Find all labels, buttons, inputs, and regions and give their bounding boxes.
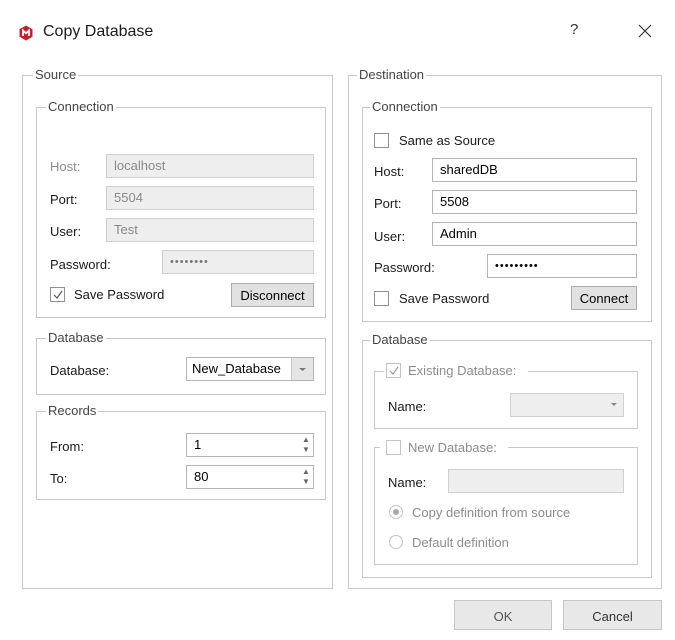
existing-name-select[interactable] [510, 393, 624, 417]
destination-user-input[interactable]: Admin [432, 222, 637, 246]
destination-host-input[interactable]: sharedDB [432, 158, 637, 182]
source-port-input[interactable]: 5504 [106, 186, 314, 210]
connect-button[interactable]: Connect [571, 286, 637, 310]
source-user-label: User: [50, 224, 82, 239]
disconnect-button[interactable]: Disconnect [231, 283, 314, 307]
destination-database-legend: Database [370, 332, 430, 347]
cancel-button[interactable]: Cancel [563, 600, 662, 630]
checkmark-icon [389, 366, 399, 375]
destination-password-input[interactable]: ••••••••• [487, 254, 637, 278]
new-database-label: New Database: [408, 440, 497, 455]
records-from-value: 1 [194, 437, 202, 452]
default-definition-radio[interactable] [389, 535, 403, 549]
spin-down-icon[interactable]: ▼ [301, 477, 311, 487]
same-as-source-label: Same as Source [399, 133, 496, 148]
spin-down-icon[interactable]: ▼ [301, 445, 311, 455]
destination-user-label: User: [374, 229, 406, 244]
source-legend: Source [33, 67, 79, 82]
same-as-source-checkbox[interactable] [374, 133, 389, 148]
spin-up-icon[interactable]: ▲ [301, 435, 311, 445]
records-to-spinbox[interactable]: 80 ▲ ▼ [186, 465, 314, 489]
source-host-input[interactable]: localhost [106, 154, 314, 178]
help-button[interactable]: ? [570, 21, 578, 38]
checkmark-icon [53, 290, 63, 299]
copy-definition-label: Copy definition from source [412, 505, 571, 520]
source-user-input[interactable]: Test [106, 218, 314, 242]
destination-save-password-checkbox[interactable] [374, 291, 389, 306]
existing-database-checkbox[interactable] [386, 363, 401, 378]
window-title: Copy Database [43, 23, 154, 40]
spin-up-icon[interactable]: ▲ [301, 467, 311, 477]
source-connection-legend: Connection [46, 99, 116, 114]
chevron-down-icon [299, 368, 306, 371]
app-logo-icon [19, 25, 33, 41]
new-name-input[interactable] [448, 469, 624, 493]
source-password-label: Password: [50, 257, 111, 272]
source-save-password-label: Save Password [74, 287, 165, 302]
source-database-legend: Database [46, 330, 106, 345]
new-name-label: Name: [388, 475, 427, 490]
radio-selected-dot [393, 509, 399, 515]
source-database-label: Database: [50, 363, 110, 378]
chevron-down-icon [611, 403, 617, 406]
source-host-label: Host: [50, 159, 81, 174]
default-definition-label: Default definition [412, 535, 509, 550]
new-database-checkbox[interactable] [386, 440, 401, 455]
existing-database-label: Existing Database: [408, 363, 517, 378]
source-port-label: Port: [50, 192, 78, 207]
records-to-label: To: [50, 471, 68, 486]
existing-name-label: Name: [388, 399, 427, 414]
destination-save-password-label: Save Password [399, 291, 490, 306]
source-password-input[interactable]: •••••••• [162, 250, 314, 274]
source-database-value: New_Database [192, 361, 281, 376]
source-database-select[interactable]: New_Database [186, 357, 314, 381]
close-icon[interactable] [632, 18, 658, 44]
records-from-label: From: [50, 439, 84, 454]
records-from-spinbox[interactable]: 1 ▲ ▼ [186, 433, 314, 457]
dropdown-arrow[interactable] [291, 358, 313, 380]
title-bar: Copy Database ? [0, 0, 675, 54]
records-legend: Records [46, 403, 99, 418]
destination-password-label: Password: [374, 260, 435, 275]
destination-host-label: Host: [374, 164, 405, 179]
copy-database-dialog: Copy Database ? Source Connection Host: … [0, 0, 675, 640]
destination-port-label: Port: [374, 196, 402, 211]
source-save-password-checkbox[interactable] [50, 287, 65, 302]
destination-connection-legend: Connection [370, 99, 440, 114]
copy-definition-radio[interactable] [389, 505, 403, 519]
ok-button[interactable]: OK [454, 600, 552, 630]
records-to-value: 80 [194, 469, 209, 484]
destination-legend: Destination [357, 67, 427, 82]
destination-port-input[interactable]: 5508 [432, 190, 637, 214]
